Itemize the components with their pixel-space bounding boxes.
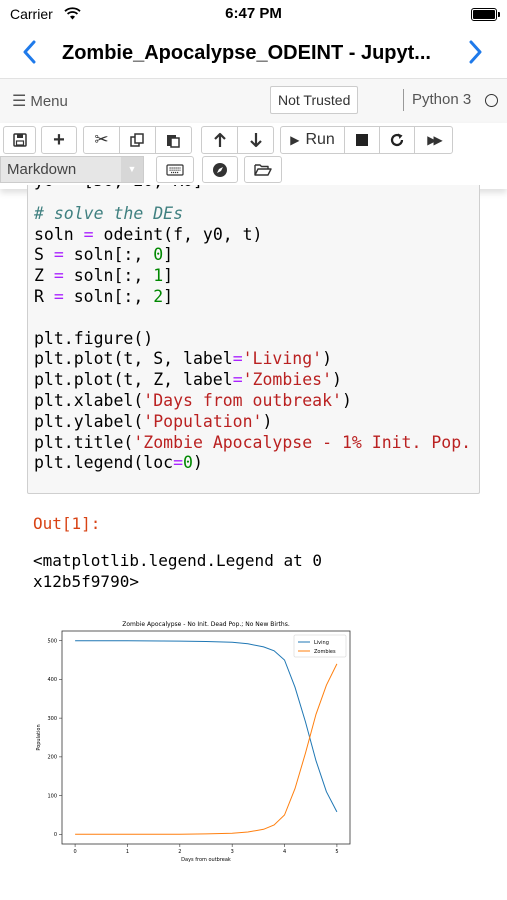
menu-label: Menu [30, 93, 68, 110]
kernel-status-icon [485, 94, 498, 107]
legend-label: Living [314, 640, 329, 646]
y-axis-label: Population [36, 724, 42, 750]
move-up-button[interactable] [201, 126, 238, 154]
chevron-down-icon: ▼ [121, 157, 143, 182]
folder-open-icon [254, 163, 272, 176]
restart-icon [390, 133, 404, 147]
battery-icon [471, 8, 500, 21]
stop-icon [356, 134, 368, 146]
save-button[interactable] [3, 126, 36, 154]
y-tick-label: 500 [47, 638, 57, 644]
chevron-right-icon[interactable] [469, 40, 483, 67]
plus-icon: + [53, 128, 65, 151]
x-tick-label: 1 [126, 849, 129, 855]
navigate-button[interactable] [202, 156, 238, 183]
copy-icon [130, 132, 144, 147]
notebook-toolbar: + ✂ ▶ Run ▶▶ Markdown ▼ [0, 123, 507, 189]
kernel-name[interactable]: Python 3 [412, 91, 471, 108]
code-line: S = soln[:, 0] [34, 245, 174, 265]
code-line: # solve the DEs [34, 203, 184, 223]
command-palette-button[interactable] [156, 156, 194, 183]
code-line: plt.legend(loc=0) [34, 453, 203, 473]
cut-button[interactable]: ✂ [83, 126, 120, 154]
y-tick-label: 100 [47, 793, 57, 799]
open-folder-button[interactable] [244, 156, 282, 183]
code-line: plt.title('Zombie Apocalypse - 1% Init. … [34, 432, 472, 452]
copy-button[interactable] [119, 126, 156, 154]
code-line: plt.ylabel('Population') [34, 411, 273, 431]
output-plot: Zombie Apocalypse - No Init. Dead Pop.; … [36, 621, 351, 863]
restart-button[interactable] [379, 126, 415, 154]
arrow-down-icon [249, 133, 262, 148]
interrupt-button[interactable] [344, 126, 380, 154]
run-button[interactable]: ▶ Run [280, 126, 345, 154]
play-icon: ▶ [290, 133, 300, 147]
menu-button[interactable]: ☰ Menu [12, 91, 68, 111]
paste-button[interactable] [155, 126, 192, 154]
hamburger-icon: ☰ [12, 93, 27, 110]
y-tick-label: 300 [47, 716, 57, 722]
code-editor[interactable]: y0 = [50, 20, R0] # solve the DEssoln = o… [34, 185, 479, 474]
insert-cell-button[interactable]: + [41, 126, 77, 154]
move-down-button[interactable] [237, 126, 274, 154]
keyboard-icon [166, 163, 184, 176]
scissors-icon: ✂ [94, 130, 109, 149]
legend-label: Zombies [314, 649, 336, 655]
status-bar: Carrier 6:47 PM [0, 0, 507, 28]
code-line-partial: y0 = [50, 20, R0] [34, 185, 479, 192]
kernel-divider [403, 89, 404, 111]
restart-run-all-button[interactable]: ▶▶ [414, 126, 453, 154]
fast-forward-icon: ▶▶ [427, 133, 443, 147]
output-text: <matplotlib.legend.Legend at 0 x12b5f979… [33, 551, 322, 591]
y-tick-label: 0 [54, 832, 57, 838]
y-tick-label: 400 [47, 677, 57, 683]
paste-icon [167, 134, 180, 148]
page-title: Zombie_Apocalypse_ODEINT - Jupyt... [62, 42, 431, 64]
code-line: soln = odeint(f, y0, t) [34, 224, 263, 244]
output-prompt: Out[1]: [33, 514, 101, 533]
code-cell[interactable]: y0 = [50, 20, R0] # solve the DEssoln = o… [27, 185, 480, 494]
x-axis-label: Days from outbreak [181, 857, 231, 863]
x-tick-label: 2 [178, 849, 181, 855]
y-tick-label: 200 [47, 755, 57, 761]
cell-type-select[interactable]: Markdown ▼ [0, 156, 144, 183]
navigation-bar: Zombie_Apocalypse_ODEINT - Jupyt... [0, 28, 507, 78]
plot-area [61, 630, 351, 845]
cell-type-value: Markdown [7, 161, 77, 178]
clock: 6:47 PM [225, 5, 282, 22]
code-line: plt.plot(t, S, label='Living') [34, 349, 333, 369]
code-line: plt.figure() [34, 328, 154, 348]
x-tick-label: 0 [73, 849, 76, 855]
chart-title: Zombie Apocalypse - No Init. Dead Pop.; … [122, 621, 290, 628]
x-tick-label: 5 [335, 849, 338, 855]
compass-icon [213, 162, 227, 177]
floppy-icon [12, 133, 27, 147]
code-line: Z = soln[:, 1] [34, 266, 174, 286]
code-line: plt.xlabel('Days from outbreak') [34, 390, 352, 410]
code-line: R = soln[:, 2] [34, 286, 174, 306]
jupyter-menubar: ☰ Menu Not Trusted Python 3 [0, 78, 507, 124]
x-tick-label: 4 [283, 849, 286, 855]
code-line: plt.plot(t, Z, label='Zombies') [34, 370, 342, 390]
run-label: Run [305, 131, 335, 148]
x-tick-label: 3 [231, 849, 234, 855]
arrow-up-icon [213, 132, 226, 147]
not-trusted-button[interactable]: Not Trusted [270, 86, 359, 114]
chevron-left-icon[interactable] [22, 40, 36, 67]
